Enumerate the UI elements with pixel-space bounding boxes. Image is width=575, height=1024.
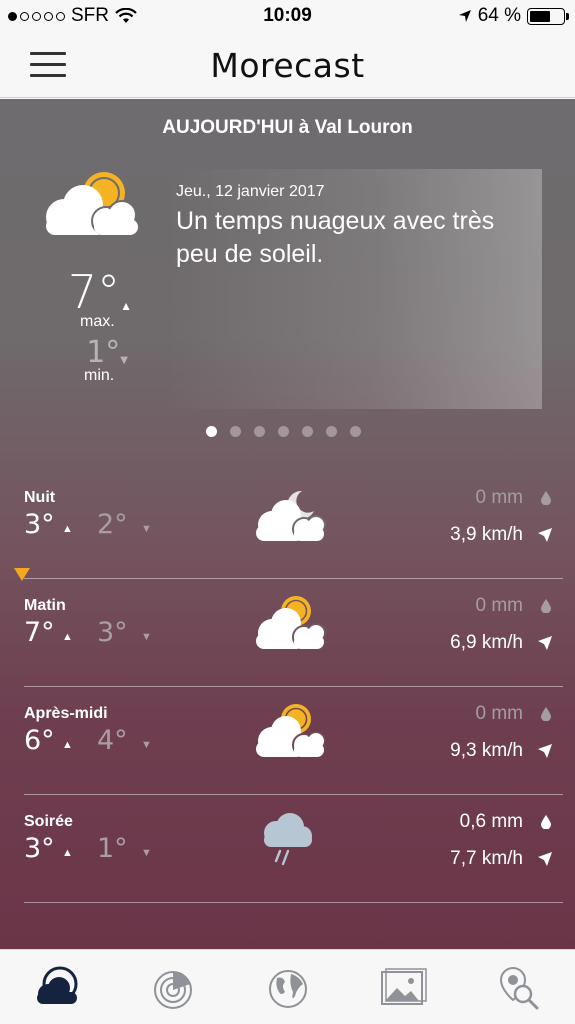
- wind-speed: 3,9 km/h: [450, 524, 523, 545]
- period-max-temp: 3°: [24, 833, 55, 864]
- raindrop-icon: [541, 707, 551, 721]
- wind-speed: 6,9 km/h: [450, 632, 523, 653]
- forecast-summary-card[interactable]: Jeu., 12 janvier 2017 Un temps nuageux a…: [164, 169, 542, 409]
- wind-direction-icon: [538, 528, 552, 542]
- forecast-description: Un temps nuageux avec très peu de soleil…: [176, 207, 495, 268]
- max-temperature: 7° ▲: [67, 265, 132, 319]
- wind-direction-icon: [538, 636, 552, 650]
- page-indicator[interactable]: [0, 426, 575, 437]
- min-label: min.: [84, 367, 115, 384]
- location-arrow-icon: [458, 10, 471, 22]
- page-dot[interactable]: [302, 426, 313, 437]
- radar-tab-icon[interactable]: [148, 964, 198, 1012]
- period-min-temp: 3°: [97, 617, 128, 648]
- page-dot[interactable]: [230, 426, 241, 437]
- partly-cloudy-day-icon: [256, 704, 326, 757]
- forecast-date: Jeu., 12 janvier 2017: [176, 183, 325, 200]
- wind-speed: 7,7 km/h: [450, 848, 523, 869]
- current-time-marker: [14, 568, 30, 581]
- gallery-tab-icon[interactable]: [377, 964, 427, 1012]
- navigation-bar: Morecast: [0, 32, 575, 98]
- rain-cloud-icon: [264, 813, 312, 866]
- partly-cloudy-day-icon: [46, 172, 138, 236]
- wind-speed: 9,3 km/h: [450, 740, 523, 761]
- period-row-night[interactable]: Nuit 3° ▲ 2° ▼ 0 mm 3,9 km/h: [24, 471, 563, 579]
- period-min-temp: 1°: [97, 833, 128, 864]
- period-name: Soirée: [24, 813, 73, 830]
- globe-tab-icon[interactable]: [263, 964, 313, 1012]
- min-temperature: 1° ▼: [86, 335, 128, 370]
- period-min-temp: 4°: [97, 725, 128, 756]
- period-name: Matin: [24, 597, 66, 614]
- period-max-temp: 7°: [24, 617, 55, 648]
- period-min-temp: 2°: [97, 509, 128, 540]
- wind-direction-icon: [538, 744, 552, 758]
- period-name: Nuit: [24, 489, 56, 506]
- up-arrow-icon: ▲: [62, 739, 73, 751]
- weather-tab-icon[interactable]: [32, 964, 82, 1012]
- search-location-tab-icon[interactable]: [493, 964, 543, 1012]
- period-row-morning[interactable]: Matin 7° ▲ 3° ▼ 0 mm 6,9 km/h: [24, 579, 563, 687]
- period-max-temp: 6°: [24, 725, 55, 756]
- up-arrow-icon: ▲: [62, 847, 73, 859]
- page-dot[interactable]: [326, 426, 337, 437]
- max-label: max.: [80, 313, 115, 330]
- down-arrow-icon: ▼: [141, 523, 152, 535]
- precipitation: 0,6 mm: [459, 811, 523, 832]
- period-max-temp: 3°: [24, 509, 55, 540]
- down-arrow-icon: ▼: [141, 631, 152, 643]
- down-arrow-icon: ▼: [141, 847, 152, 859]
- period-row-afternoon[interactable]: Après-midi 6° ▲ 4° ▼ 0 mm 9,3 km/h: [24, 687, 563, 795]
- period-name: Après-midi: [24, 705, 108, 722]
- raindrop-icon: [541, 491, 551, 505]
- wind-direction-icon: [538, 852, 552, 866]
- page-dot[interactable]: [350, 426, 361, 437]
- cloudy-night-icon: [256, 490, 326, 541]
- app-title: Morecast: [210, 46, 365, 85]
- forecast-panel[interactable]: AUJOURD'HUI à Val Louron 7° ▲ max. 1° ▼ mi…: [0, 99, 575, 949]
- up-arrow-icon: ▲: [62, 631, 73, 643]
- raindrop-icon: [541, 815, 551, 829]
- precipitation: 0 mm: [475, 487, 524, 508]
- divider: [24, 902, 563, 903]
- page-dot[interactable]: [206, 426, 217, 437]
- battery-icon: [527, 7, 569, 25]
- battery-percent: 64 %: [477, 5, 521, 26]
- location-title: AUJOURD'HUI à Val Louron: [162, 117, 413, 138]
- partly-cloudy-day-icon: [256, 596, 326, 649]
- up-arrow-icon: ▲: [62, 523, 73, 535]
- page-dot[interactable]: [278, 426, 289, 437]
- status-bar: SFR 10:09 64 %: [0, 0, 575, 32]
- period-row-evening[interactable]: Soirée 3° ▲ 1° ▼ 0,6 mm 7,7 km/h: [24, 795, 563, 903]
- precipitation: 0 mm: [475, 703, 524, 724]
- precipitation: 0 mm: [475, 595, 524, 616]
- tab-bar: [0, 949, 575, 1024]
- page-dot[interactable]: [254, 426, 265, 437]
- down-arrow-icon: ▼: [141, 739, 152, 751]
- raindrop-icon: [541, 599, 551, 613]
